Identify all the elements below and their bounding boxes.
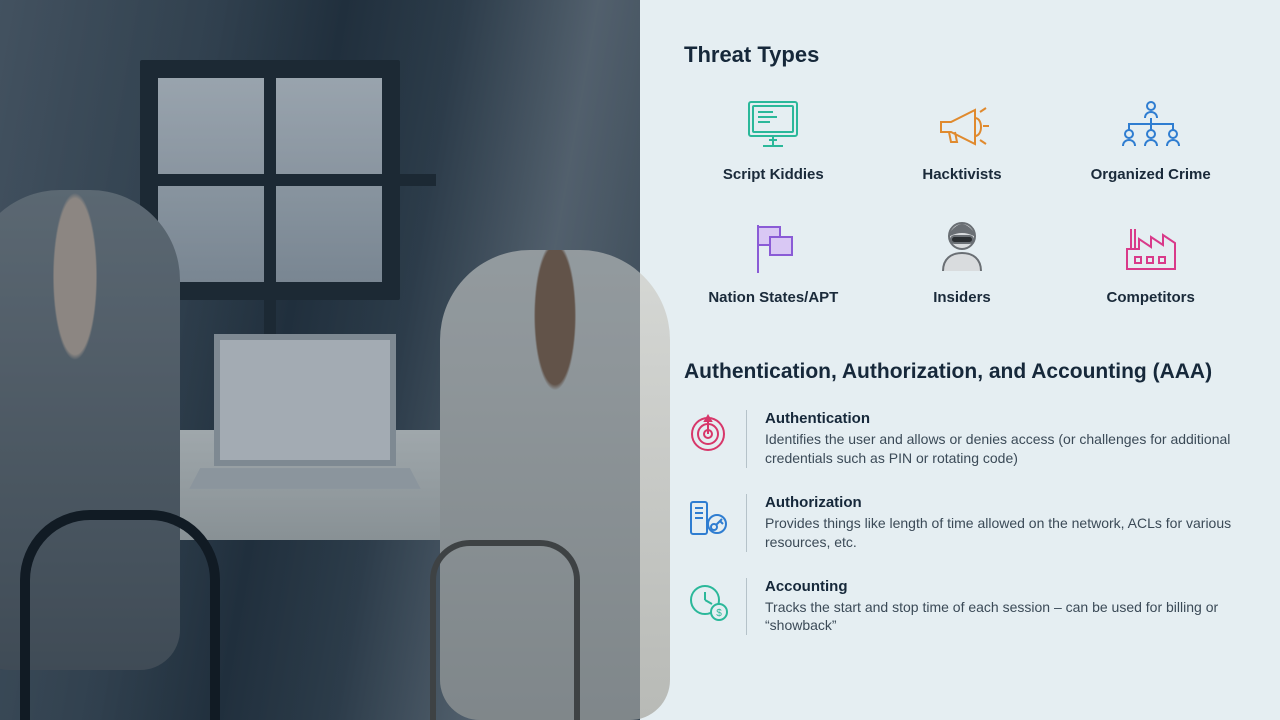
hierarchy-icon: [1115, 94, 1187, 156]
aaa-item-desc: Provides things like length of time allo…: [765, 514, 1235, 552]
monitor-code-icon: [743, 94, 803, 156]
megaphone-icon: [931, 94, 993, 156]
aaa-item-desc: Tracks the start and stop time of each s…: [765, 598, 1235, 636]
aaa-item-title: Accounting: [765, 578, 1240, 595]
aaa-heading: Authentication, Authorization, and Accou…: [684, 360, 1240, 384]
hero-photo: [0, 0, 640, 720]
aaa-item-title: Authentication: [765, 410, 1240, 427]
threat-label: Competitors: [1106, 289, 1194, 306]
server-key-icon: [684, 494, 732, 538]
aaa-authorization: Authorization Provides things like lengt…: [684, 494, 1240, 552]
aaa-item-desc: Identifies the user and allows or denies…: [765, 430, 1235, 468]
threat-hacktivists: Hacktivists: [873, 94, 1052, 183]
threat-insiders: Insiders: [873, 217, 1052, 306]
threat-organized-crime: Organized Crime: [1061, 94, 1240, 183]
threat-label: Nation States/APT: [708, 289, 838, 306]
threat-nation-states: Nation States/APT: [684, 217, 863, 306]
svg-text:$: $: [716, 608, 722, 619]
threat-label: Script Kiddies: [723, 166, 824, 183]
threat-types-grid: Script Kiddies Hacktivists: [684, 94, 1240, 306]
threat-script-kiddies: Script Kiddies: [684, 94, 863, 183]
threat-label: Organized Crime: [1091, 166, 1211, 183]
aaa-authentication: Authentication Identifies the user and a…: [684, 410, 1240, 468]
aaa-item-title: Authorization: [765, 494, 1240, 511]
factory-icon: [1121, 217, 1181, 279]
target-icon: [684, 410, 732, 454]
aaa-list: Authentication Identifies the user and a…: [684, 410, 1240, 635]
threat-competitors: Competitors: [1061, 217, 1240, 306]
clock-money-icon: $: [684, 578, 732, 622]
threat-label: Insiders: [933, 289, 991, 306]
threat-label: Hacktivists: [922, 166, 1001, 183]
content-panel: Threat Types Script Kiddies: [640, 0, 1280, 720]
flag-icon: [746, 217, 800, 279]
aaa-accounting: $ Accounting Tracks the start and stop t…: [684, 578, 1240, 636]
threat-types-heading: Threat Types: [684, 42, 1240, 68]
insider-person-icon: [935, 217, 989, 279]
